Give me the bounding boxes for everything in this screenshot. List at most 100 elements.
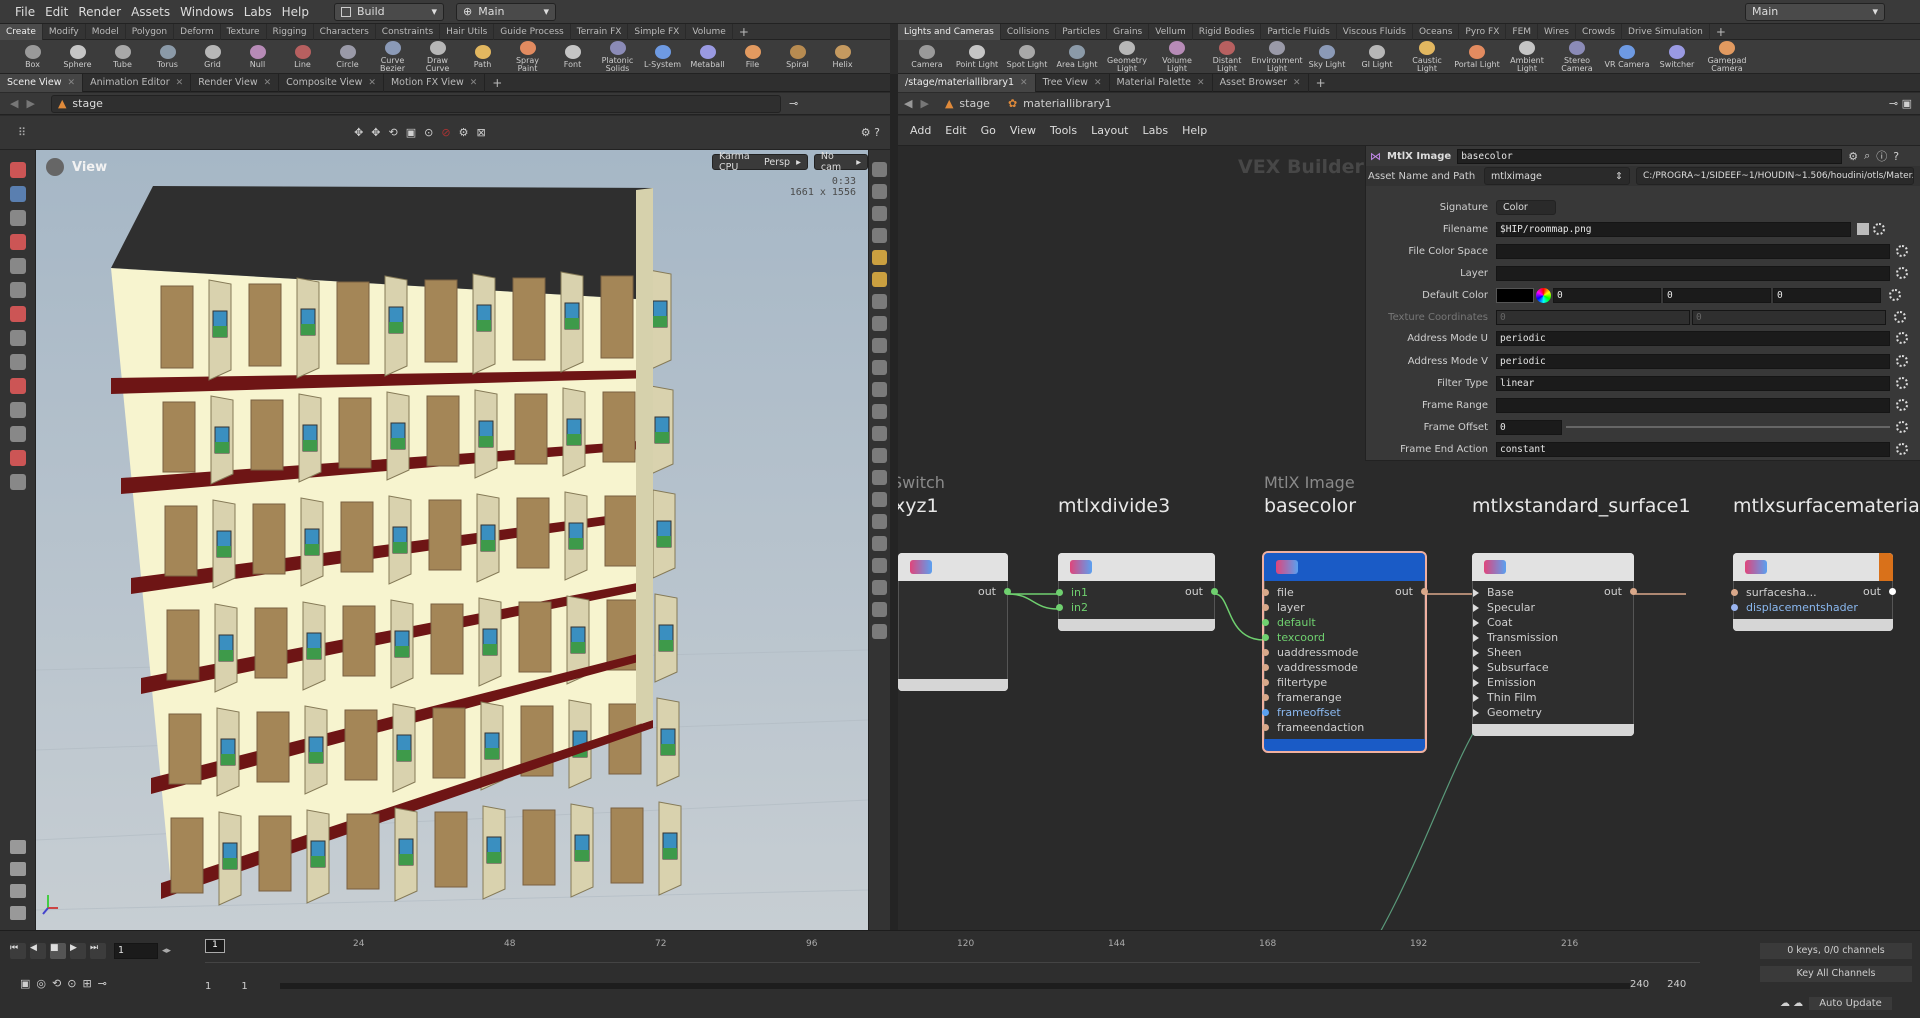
- left-shelf-tab[interactable]: Model: [86, 23, 126, 40]
- display-option-icon[interactable]: [872, 514, 887, 529]
- output-port[interactable]: out: [1604, 585, 1637, 598]
- input-port[interactable]: Emission: [1473, 675, 1633, 690]
- node-name-field[interactable]: basecolor: [1457, 148, 1843, 164]
- range-end[interactable]: 240: [1630, 979, 1649, 990]
- parm-gear-icon[interactable]: [1896, 355, 1908, 367]
- viewport-tool-icon[interactable]: [10, 234, 26, 250]
- right-shelf-tool[interactable]: Camera: [904, 44, 950, 69]
- left-shelf-add-tab-icon[interactable]: +: [733, 24, 755, 40]
- right-pane-tab[interactable]: Asset Browser ✕: [1213, 73, 1309, 92]
- left-shelf-tool[interactable]: Grid: [192, 44, 233, 69]
- range-icon-3[interactable]: ⟲: [52, 977, 61, 990]
- right-shelf-tab[interactable]: Oceans: [1413, 23, 1460, 40]
- right-shelf-tool[interactable]: Caustic Light: [1404, 40, 1450, 73]
- key-all-channels[interactable]: Key All Channels: [1760, 966, 1912, 982]
- viewport-tool-icon[interactable]: [10, 862, 26, 876]
- parm-field[interactable]: [1496, 243, 1890, 259]
- menu-edit[interactable]: Edit: [40, 0, 73, 24]
- right-shelf-tool[interactable]: VR Camera: [1604, 44, 1650, 69]
- crumb-stage[interactable]: stage: [959, 97, 990, 110]
- left-pane-tab[interactable]: Animation Editor ✕: [83, 73, 192, 92]
- output-flag-icon[interactable]: [1879, 553, 1893, 581]
- left-shelf-tool[interactable]: Circle: [327, 44, 368, 69]
- play-reverse-icon[interactable]: ◀: [30, 943, 46, 959]
- rotate-tool-icon[interactable]: ⟲: [389, 126, 398, 139]
- menu-windows[interactable]: Windows: [175, 0, 239, 24]
- right-pane-tab[interactable]: Tree View ✕: [1036, 73, 1110, 92]
- renderer-dropdown[interactable]: Karma CPU Persp ▸: [712, 151, 808, 173]
- right-shelf-tool[interactable]: Portal Light: [1454, 44, 1500, 69]
- context-dropdown[interactable]: ⊕ Main ▾: [456, 2, 556, 21]
- left-pane-add-tab-icon[interactable]: +: [485, 74, 509, 92]
- display-option-icon[interactable]: [872, 228, 887, 243]
- left-shelf-tool[interactable]: Spiral: [777, 44, 818, 69]
- net-menu-view[interactable]: View: [1010, 124, 1036, 137]
- keys-display[interactable]: 0 keys, 0/0 channels: [1760, 943, 1912, 959]
- node-header[interactable]: [1264, 553, 1425, 581]
- viewport-tool-icon[interactable]: [10, 354, 26, 370]
- camera-tool-icon[interactable]: ▣: [406, 126, 416, 139]
- close-icon[interactable]: ✕: [176, 74, 184, 92]
- net-forward-icon[interactable]: ▶: [920, 97, 928, 110]
- right-shelf-tool[interactable]: Volume Light: [1154, 40, 1200, 73]
- snap-icon[interactable]: ⊙: [424, 126, 433, 139]
- input-port[interactable]: layer: [1262, 600, 1424, 615]
- frame-offset-field[interactable]: 0: [1496, 419, 1562, 435]
- render-icon[interactable]: ⚙: [459, 126, 469, 139]
- viewport-tool-icon[interactable]: [10, 282, 26, 298]
- display-option-icon[interactable]: [872, 448, 887, 463]
- parm-gear-icon[interactable]: [1896, 332, 1908, 344]
- output-port[interactable]: out: [978, 585, 1011, 598]
- left-shelf-tool[interactable]: Draw Curve: [417, 40, 458, 73]
- display-option-icon[interactable]: [872, 624, 887, 639]
- right-shelf-tool[interactable]: Gamepad Camera: [1704, 40, 1750, 73]
- right-pane-add-tab-icon[interactable]: +: [1309, 74, 1333, 92]
- close-icon[interactable]: ✕: [470, 74, 478, 92]
- viewport-tool-icon[interactable]: [10, 450, 26, 466]
- parm-gear-icon[interactable]: [1896, 245, 1908, 257]
- parm-gear-icon[interactable]: [1873, 223, 1885, 235]
- playhead[interactable]: 1: [205, 939, 225, 953]
- parm-field[interactable]: $HIP/roommap.png: [1496, 221, 1851, 237]
- desktop-dropdown[interactable]: Build ▾: [334, 2, 444, 21]
- signature-dropdown[interactable]: Color: [1496, 199, 1556, 215]
- range-start[interactable]: 1: [205, 981, 211, 992]
- range-end2[interactable]: 240: [1667, 979, 1686, 990]
- display-option-icon[interactable]: [872, 602, 887, 617]
- parm-field[interactable]: [1496, 397, 1890, 413]
- time-slider[interactable]: 1 24 48 72 96 120 144 168 192 216: [205, 939, 1700, 963]
- viewport-tool-icon[interactable]: [10, 840, 26, 854]
- parm-gear-icon[interactable]: [1896, 443, 1908, 455]
- parm-gear-icon[interactable]: [1889, 289, 1901, 301]
- viewport-tool-icon[interactable]: [10, 884, 26, 898]
- left-shelf-tab[interactable]: Polygon: [126, 23, 175, 40]
- left-shelf-tool[interactable]: Null: [237, 44, 278, 69]
- left-shelf-tab[interactable]: Rigging: [267, 23, 314, 40]
- left-pane-tab[interactable]: Composite View ✕: [279, 73, 384, 92]
- input-port[interactable]: default: [1262, 615, 1424, 630]
- parm-field[interactable]: periodic: [1496, 353, 1890, 369]
- net-menu-layout[interactable]: Layout: [1091, 124, 1128, 137]
- output-port[interactable]: out: [1395, 585, 1428, 598]
- right-shelf-tab[interactable]: Collisions: [1001, 23, 1057, 40]
- color-swatch[interactable]: [1496, 287, 1534, 303]
- range-icon-4[interactable]: ⊙: [67, 977, 76, 990]
- close-icon[interactable]: ✕: [1094, 74, 1102, 92]
- net-pin-icon[interactable]: ⊸ ▣: [1889, 97, 1912, 110]
- record-icon[interactable]: ⊘: [441, 126, 450, 139]
- net-menu-labs[interactable]: Labs: [1143, 124, 1169, 137]
- right-shelf-tool[interactable]: Ambient Light: [1504, 40, 1550, 73]
- right-shelf-tab[interactable]: Particles: [1056, 23, 1108, 40]
- left-shelf-tool[interactable]: Torus: [147, 44, 188, 69]
- go-end-icon[interactable]: ⏭: [90, 943, 106, 959]
- step-icon[interactable]: ◂▸: [162, 946, 171, 956]
- close-icon[interactable]: ✕: [264, 74, 272, 92]
- left-shelf-tab[interactable]: Hair Utils: [440, 23, 495, 40]
- display-option-icon[interactable]: [872, 470, 887, 485]
- left-shelf-tab[interactable]: Modify: [43, 23, 86, 40]
- viewport-tool-icon[interactable]: [10, 162, 26, 178]
- left-shelf-tool[interactable]: Box: [12, 44, 53, 69]
- right-shelf-tab[interactable]: Wires: [1538, 23, 1576, 40]
- display-option-icon[interactable]: [872, 294, 887, 309]
- display-option-icon[interactable]: [872, 162, 887, 177]
